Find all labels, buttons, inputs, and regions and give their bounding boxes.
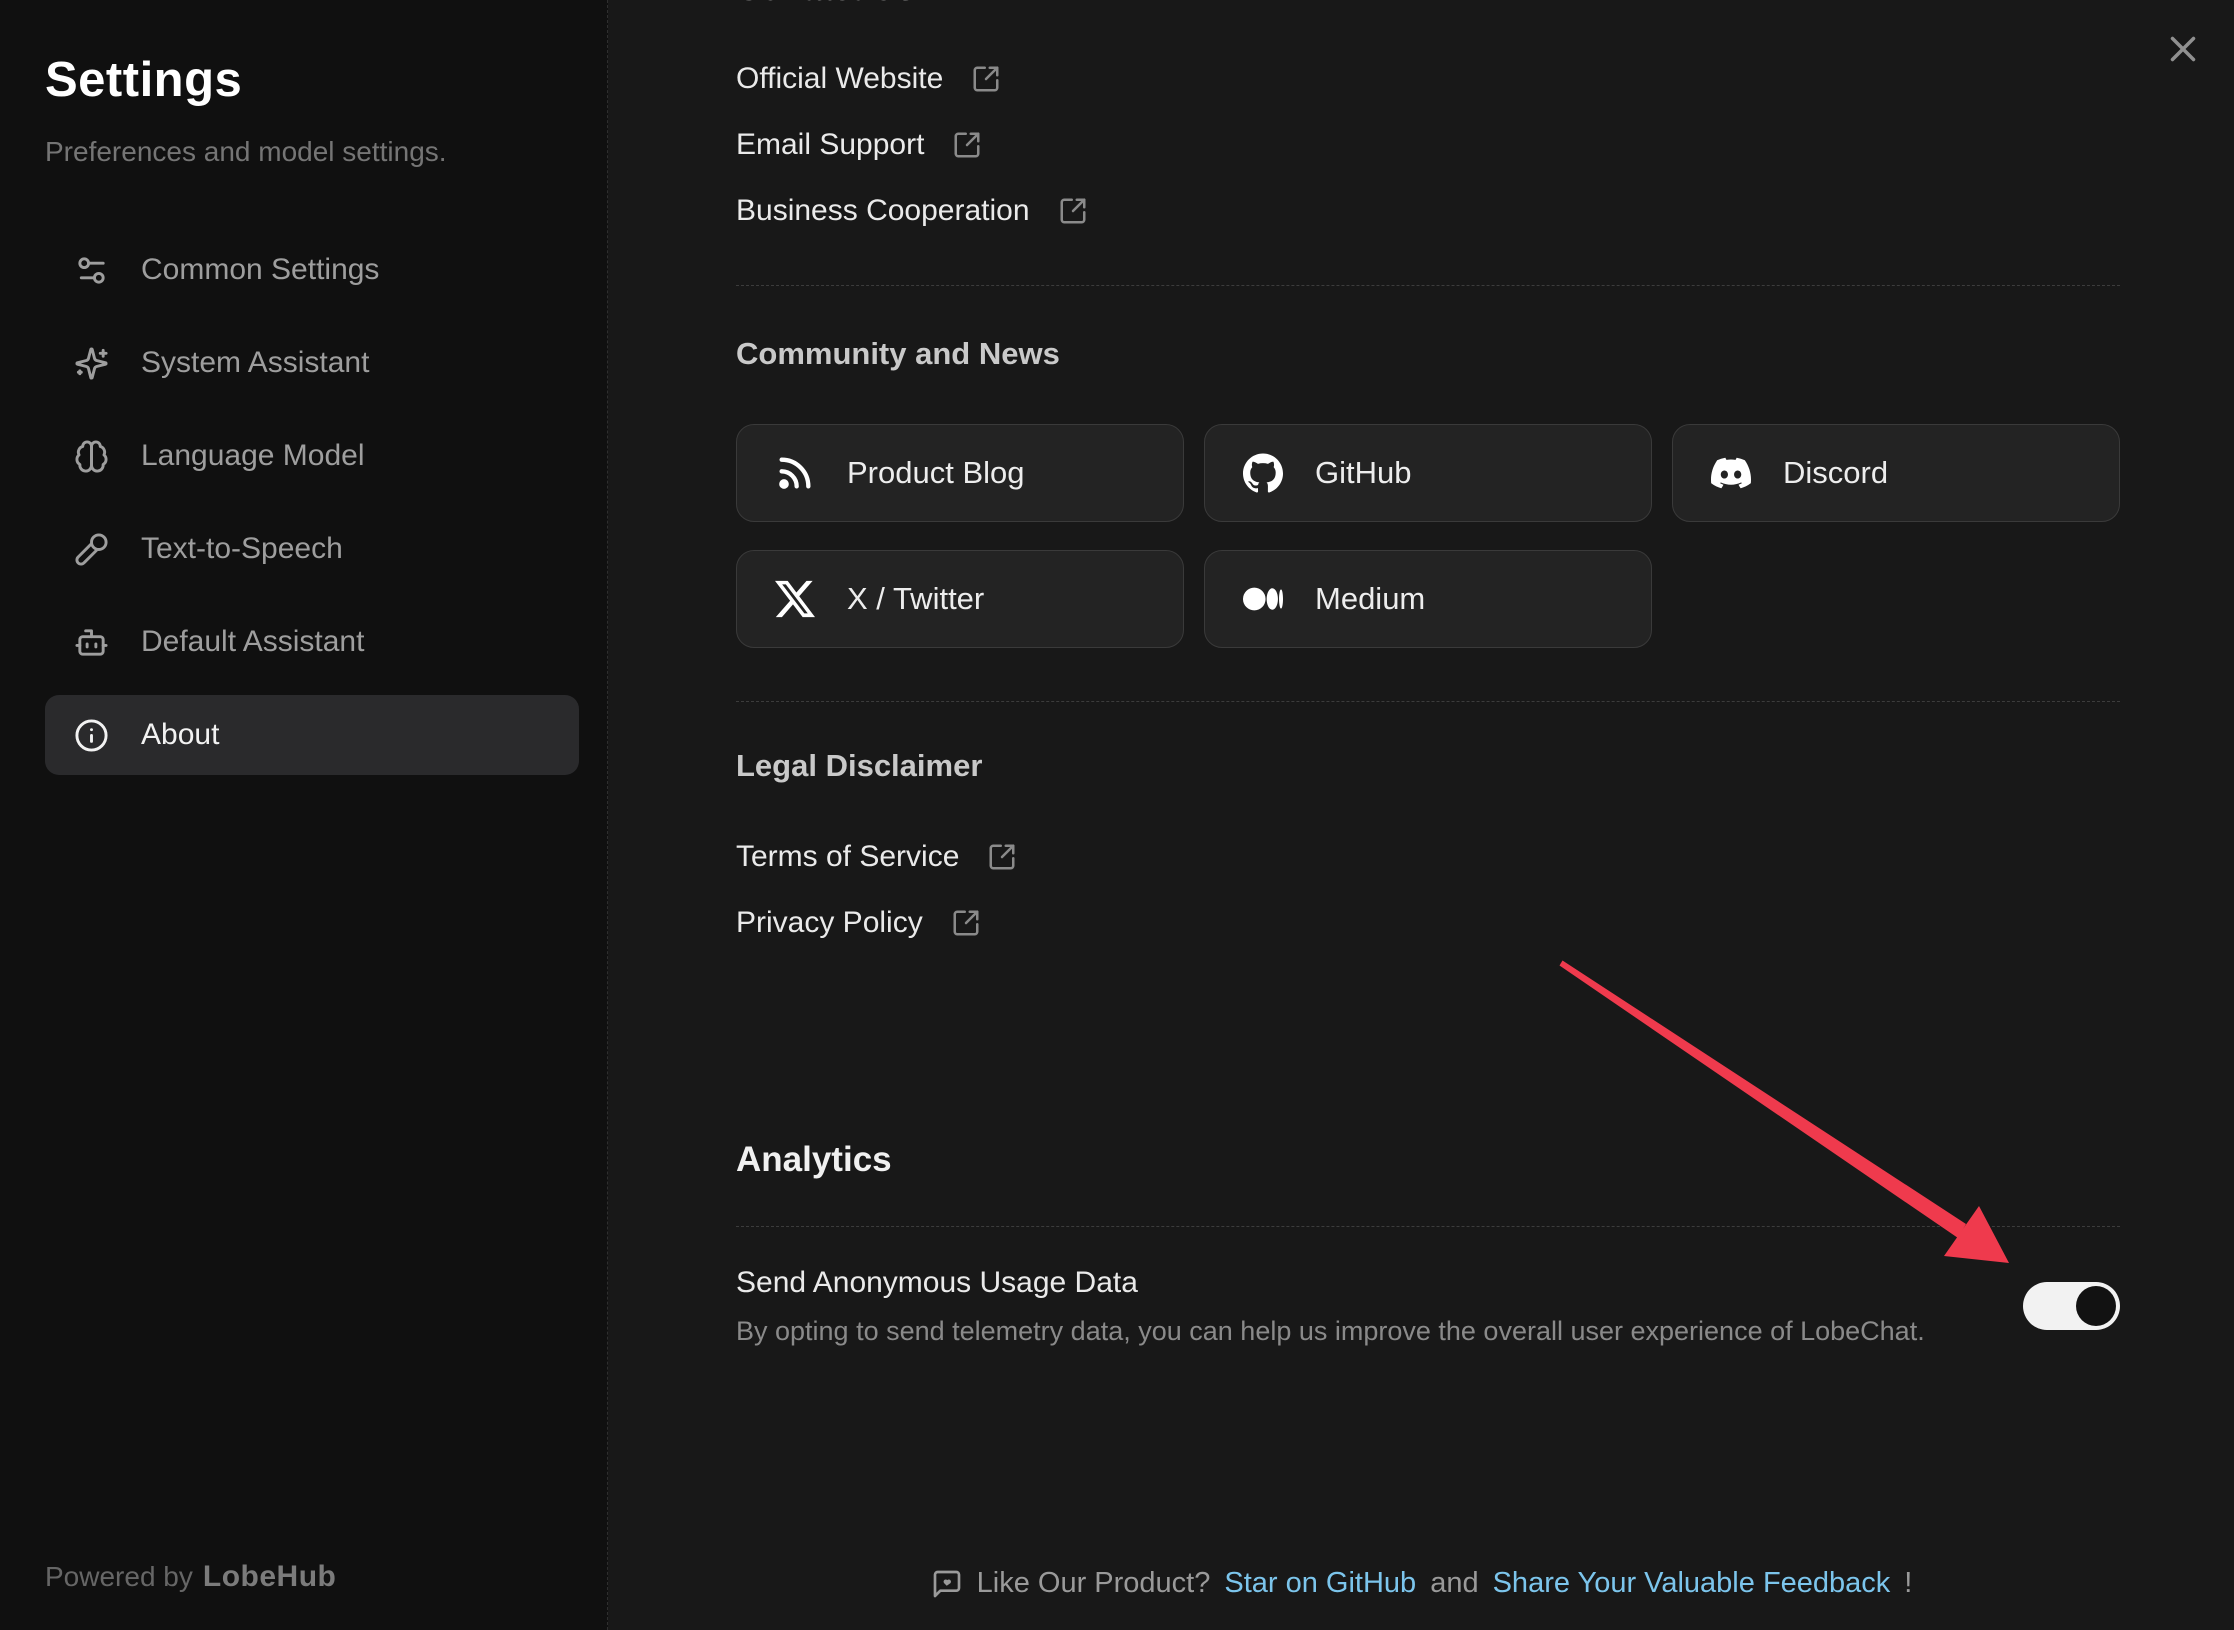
star-on-github-link[interactable]: Star on GitHub xyxy=(1224,1567,1416,1600)
sidebar-item-system-assistant[interactable]: System Assistant xyxy=(45,323,579,403)
external-link-icon xyxy=(987,842,1017,872)
community-heading: Community and News xyxy=(736,332,2120,376)
legal-links: Terms of Service Privacy Policy xyxy=(736,788,2120,956)
telemetry-setting-description: By opting to send telemetry data, you ca… xyxy=(736,1311,1925,1351)
external-link-icon xyxy=(971,64,1001,94)
sidebar-item-label: About xyxy=(141,718,219,752)
medium-button[interactable]: Medium xyxy=(1204,550,1652,648)
button-label: Medium xyxy=(1315,581,1425,617)
footer-suffix: ! xyxy=(1904,1567,1912,1600)
button-label: Product Blog xyxy=(847,455,1025,491)
external-link-icon xyxy=(1058,196,1088,226)
like-product-footer: Like Our Product? Star on GitHub and Sha… xyxy=(609,1567,2234,1600)
sparkles-icon xyxy=(74,346,109,381)
section-divider xyxy=(736,1226,2120,1227)
lobehub-brand: LobeHub xyxy=(203,1560,336,1593)
usage-toggle[interactable] xyxy=(2023,1282,2120,1330)
privacy-policy-link[interactable]: Privacy Policy xyxy=(736,890,2120,956)
section-divider xyxy=(736,701,2120,702)
toggle-knob xyxy=(2076,1286,2116,1326)
sidebar-item-label: Common Settings xyxy=(141,253,379,287)
discord-button[interactable]: Discord xyxy=(1672,424,2120,522)
email-support-link[interactable]: Email Support xyxy=(736,112,2120,178)
button-label: X / Twitter xyxy=(847,581,984,617)
info-icon xyxy=(74,718,109,753)
sidebar-item-label: Language Model xyxy=(141,439,365,473)
settings-sidebar: Settings Preferences and model settings.… xyxy=(0,0,608,1630)
powered-by-text: Powered by xyxy=(45,1561,193,1592)
footer-prefix: Like Our Product? xyxy=(977,1567,1211,1600)
page-title: Settings xyxy=(45,52,579,108)
link-label: Official Website xyxy=(736,62,943,96)
terms-of-service-link[interactable]: Terms of Service xyxy=(736,824,2120,890)
community-buttons: Product Blog GitHub Discord X / Twitter … xyxy=(736,424,2120,648)
business-cooperation-link[interactable]: Business Cooperation xyxy=(736,178,2120,244)
bot-icon xyxy=(74,625,109,660)
external-link-icon xyxy=(952,130,982,160)
telemetry-setting-row: Send Anonymous Usage Data By opting to s… xyxy=(736,1261,2120,1351)
brain-icon xyxy=(74,439,109,474)
sidebar-item-default-assistant[interactable]: Default Assistant xyxy=(45,602,579,682)
footer-conjunction: and xyxy=(1430,1567,1478,1600)
section-divider xyxy=(736,285,2120,286)
discord-icon xyxy=(1711,453,1751,493)
x-icon xyxy=(775,579,815,619)
official-website-link[interactable]: Official Website xyxy=(736,46,2120,112)
product-blog-button[interactable]: Product Blog xyxy=(736,424,1184,522)
external-link-icon xyxy=(951,908,981,938)
sidebar-item-common-settings[interactable]: Common Settings xyxy=(45,230,579,310)
medium-icon xyxy=(1243,579,1283,619)
about-panel: Contact Us Official Website Email Suppor… xyxy=(609,0,2234,1630)
sidebar-item-label: Default Assistant xyxy=(141,625,364,659)
github-button[interactable]: GitHub xyxy=(1204,424,1652,522)
link-label: Terms of Service xyxy=(736,840,959,874)
telemetry-setting-text: Send Anonymous Usage Data By opting to s… xyxy=(736,1261,1925,1351)
link-label: Email Support xyxy=(736,128,924,162)
button-label: GitHub xyxy=(1315,455,1411,491)
mic-icon xyxy=(74,532,109,567)
telemetry-setting-title: Send Anonymous Usage Data xyxy=(736,1261,1925,1305)
contact-us-heading: Contact Us xyxy=(736,0,915,9)
contact-links: Official Website Email Support Business … xyxy=(736,0,2120,244)
sidebar-item-language-model[interactable]: Language Model xyxy=(45,416,579,496)
close-button[interactable] xyxy=(2162,28,2204,70)
legal-heading: Legal Disclaimer xyxy=(736,744,2120,788)
close-icon xyxy=(2162,28,2204,70)
link-label: Privacy Policy xyxy=(736,906,923,940)
powered-by: Powered by LobeHub xyxy=(45,1560,336,1594)
button-label: Discord xyxy=(1783,455,1888,491)
sidebar-item-text-to-speech[interactable]: Text-to-Speech xyxy=(45,509,579,589)
link-label: Business Cooperation xyxy=(736,194,1030,228)
sidebar-item-label: Text-to-Speech xyxy=(141,532,343,566)
sidebar-item-about[interactable]: About xyxy=(45,695,579,775)
settings-menu: Common Settings System Assistant Languag… xyxy=(45,230,579,775)
share-feedback-link[interactable]: Share Your Valuable Feedback xyxy=(1493,1567,1891,1600)
rss-icon xyxy=(775,453,815,493)
x-twitter-button[interactable]: X / Twitter xyxy=(736,550,1184,648)
analytics-heading: Analytics xyxy=(736,1137,2120,1183)
sidebar-item-label: System Assistant xyxy=(141,346,369,380)
sliders-icon xyxy=(74,253,109,288)
github-icon xyxy=(1243,453,1283,493)
feedback-heart-icon xyxy=(931,1568,963,1600)
page-subtitle: Preferences and model settings. xyxy=(45,136,579,168)
